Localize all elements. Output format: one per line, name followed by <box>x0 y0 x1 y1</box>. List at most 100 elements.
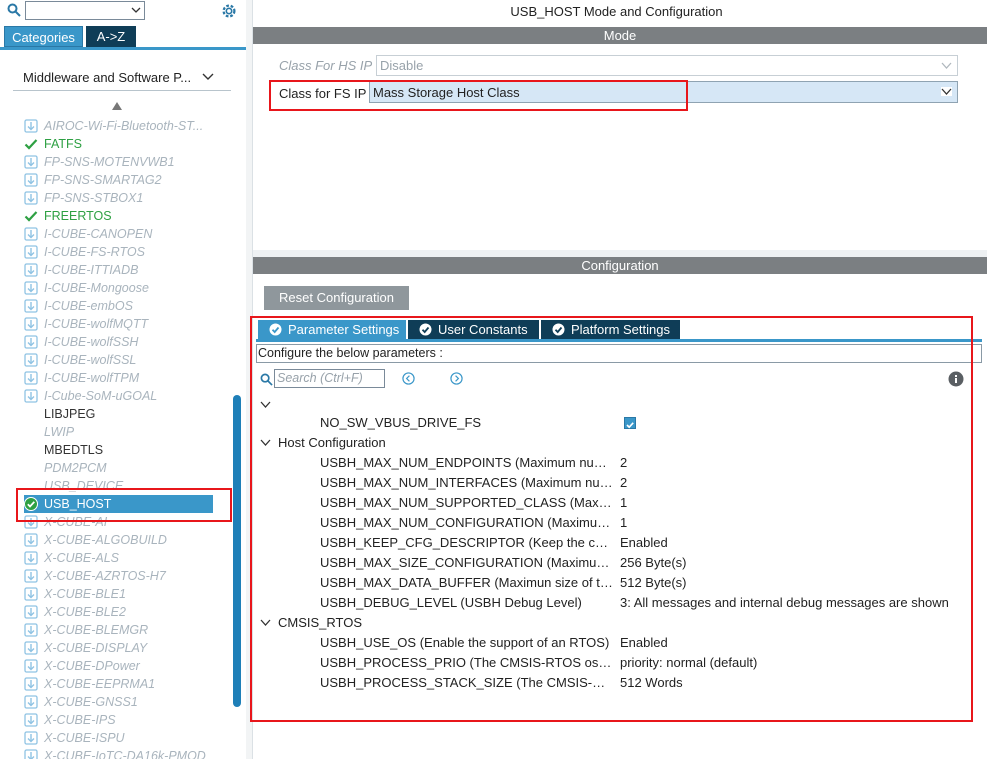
component-label: X-CUBE-DPower <box>44 659 140 673</box>
scroll-up-icon[interactable] <box>112 102 122 110</box>
download-icon <box>24 227 38 241</box>
highlight-box-fs-class <box>269 80 688 111</box>
download-icon <box>24 245 38 259</box>
category-dropdown-label: Middleware and Software P... <box>23 70 192 85</box>
download-icon <box>24 713 38 727</box>
component-label: PDM2PCM <box>44 461 107 475</box>
component-label: I-CUBE-Mongoose <box>44 281 149 295</box>
component-label: X-CUBE-BLE1 <box>44 587 126 601</box>
component-item[interactable]: X-CUBE-ALS <box>24 549 229 567</box>
left-panel: Categories A->Z Middleware and Software … <box>0 0 247 759</box>
component-item[interactable]: FP-SNS-MOTENVWB1 <box>24 153 229 171</box>
configuration-header: Configuration <box>253 257 987 274</box>
download-icon <box>24 119 38 133</box>
component-label: X-CUBE-ISPU <box>44 731 125 745</box>
component-item[interactable]: X-CUBE-IPS <box>24 711 229 729</box>
component-item[interactable]: MBEDTLS <box>24 441 229 459</box>
component-item[interactable]: X-CUBE-BLE2 <box>24 603 229 621</box>
component-label: X-CUBE-IPS <box>44 713 116 727</box>
component-item[interactable]: X-CUBE-ALGOBUILD <box>24 531 229 549</box>
chevron-down-icon <box>202 73 214 80</box>
category-dropdown[interactable]: Middleware and Software P... <box>13 66 231 91</box>
component-item[interactable]: I-CUBE-embOS <box>24 297 229 315</box>
component-label: I-CUBE-FS-RTOS <box>44 245 145 259</box>
component-item[interactable]: I-CUBE-FS-RTOS <box>24 243 229 261</box>
tab-underline <box>0 47 246 50</box>
highlight-box-usb-host <box>16 488 232 522</box>
component-label: I-CUBE-wolfTPM <box>44 371 140 385</box>
download-icon <box>24 299 38 313</box>
component-item[interactable]: I-Cube-SoM-uGOAL <box>24 387 229 405</box>
component-item[interactable]: LIBJPEG <box>24 405 229 423</box>
component-item[interactable]: I-CUBE-Mongoose <box>24 279 229 297</box>
component-label: MBEDTLS <box>44 443 104 457</box>
download-icon <box>24 551 38 565</box>
component-item[interactable]: X-CUBE-BLE1 <box>24 585 229 603</box>
splitter[interactable] <box>253 250 987 257</box>
download-icon <box>24 533 38 547</box>
component-item[interactable]: X-CUBE-DISPLAY <box>24 639 229 657</box>
component-label: FP-SNS-MOTENVWB1 <box>44 155 175 169</box>
component-item[interactable]: I-CUBE-wolfSSL <box>24 351 229 369</box>
checkmark-icon <box>24 137 38 151</box>
component-item[interactable]: I-CUBE-CANOPEN <box>24 225 229 243</box>
download-icon <box>24 605 38 619</box>
component-label: FP-SNS-STBOX1 <box>44 191 144 205</box>
component-item[interactable]: X-CUBE-DPower <box>24 657 229 675</box>
download-icon <box>24 587 38 601</box>
component-item[interactable]: AIROC-Wi-Fi-Bluetooth-ST... <box>24 117 229 135</box>
component-item[interactable]: X-CUBE-GNSS1 <box>24 693 229 711</box>
search-input[interactable] <box>25 1 145 20</box>
component-item[interactable]: PDM2PCM <box>24 459 229 477</box>
download-icon <box>24 353 38 367</box>
component-item[interactable]: X-CUBE-ISPU <box>24 729 229 747</box>
component-item[interactable]: X-CUBE-AZRTOS-H7 <box>24 567 229 585</box>
component-label: X-CUBE-ALS <box>44 551 120 565</box>
download-icon <box>24 569 38 583</box>
component-label: LIBJPEG <box>44 407 96 421</box>
component-item[interactable]: I-CUBE-wolfMQTT <box>24 315 229 333</box>
component-item[interactable]: I-CUBE-ITTIADB <box>24 261 229 279</box>
reset-configuration-button[interactable]: Reset Configuration <box>264 286 409 310</box>
component-item[interactable]: I-CUBE-wolfTPM <box>24 369 229 387</box>
download-icon <box>24 173 38 187</box>
gear-icon[interactable] <box>220 2 238 20</box>
tab-categories[interactable]: Categories <box>4 26 83 47</box>
component-label: FATFS <box>44 137 82 151</box>
tab-a-to-z[interactable]: A->Z <box>86 26 136 47</box>
checkmark-icon <box>24 209 38 223</box>
scrollbar[interactable] <box>233 395 241 707</box>
component-label: I-CUBE-embOS <box>44 299 133 313</box>
search-icon[interactable] <box>7 3 21 17</box>
download-icon <box>24 389 38 403</box>
component-item[interactable]: FREERTOS <box>24 207 229 225</box>
component-label: X-CUBE-IoTC-DA16k-PMOD <box>44 749 206 759</box>
component-item[interactable]: X-CUBE-BLEMGR <box>24 621 229 639</box>
component-item[interactable]: I-CUBE-wolfSSH <box>24 333 229 351</box>
chevron-down-icon <box>941 87 952 96</box>
download-icon <box>24 371 38 385</box>
mode-header: Mode <box>253 27 987 44</box>
download-icon <box>24 695 38 709</box>
component-item[interactable]: FP-SNS-STBOX1 <box>24 189 229 207</box>
component-item[interactable]: X-CUBE-IoTC-DA16k-PMOD <box>24 747 229 759</box>
hs-class-label: Class For HS IP <box>279 58 373 73</box>
download-icon <box>24 623 38 637</box>
component-item[interactable]: FATFS <box>24 135 229 153</box>
hs-class-value: Disable <box>380 58 424 73</box>
download-icon <box>24 191 38 205</box>
component-item[interactable]: LWIP <box>24 423 229 441</box>
component-label: I-Cube-SoM-uGOAL <box>44 389 158 403</box>
component-label: I-CUBE-wolfMQTT <box>44 317 149 331</box>
component-label: X-CUBE-BLEMGR <box>44 623 149 637</box>
component-label: X-CUBE-AZRTOS-H7 <box>44 569 166 583</box>
chevron-down-icon <box>131 7 141 13</box>
hs-class-select[interactable]: Disable <box>376 55 958 76</box>
download-icon <box>24 677 38 691</box>
download-icon <box>24 659 38 673</box>
component-label: FP-SNS-SMARTAG2 <box>44 173 162 187</box>
component-item[interactable]: FP-SNS-SMARTAG2 <box>24 171 229 189</box>
component-item[interactable]: X-CUBE-EEPRMA1 <box>24 675 229 693</box>
component-label: LWIP <box>44 425 75 439</box>
component-label: FREERTOS <box>44 209 112 223</box>
